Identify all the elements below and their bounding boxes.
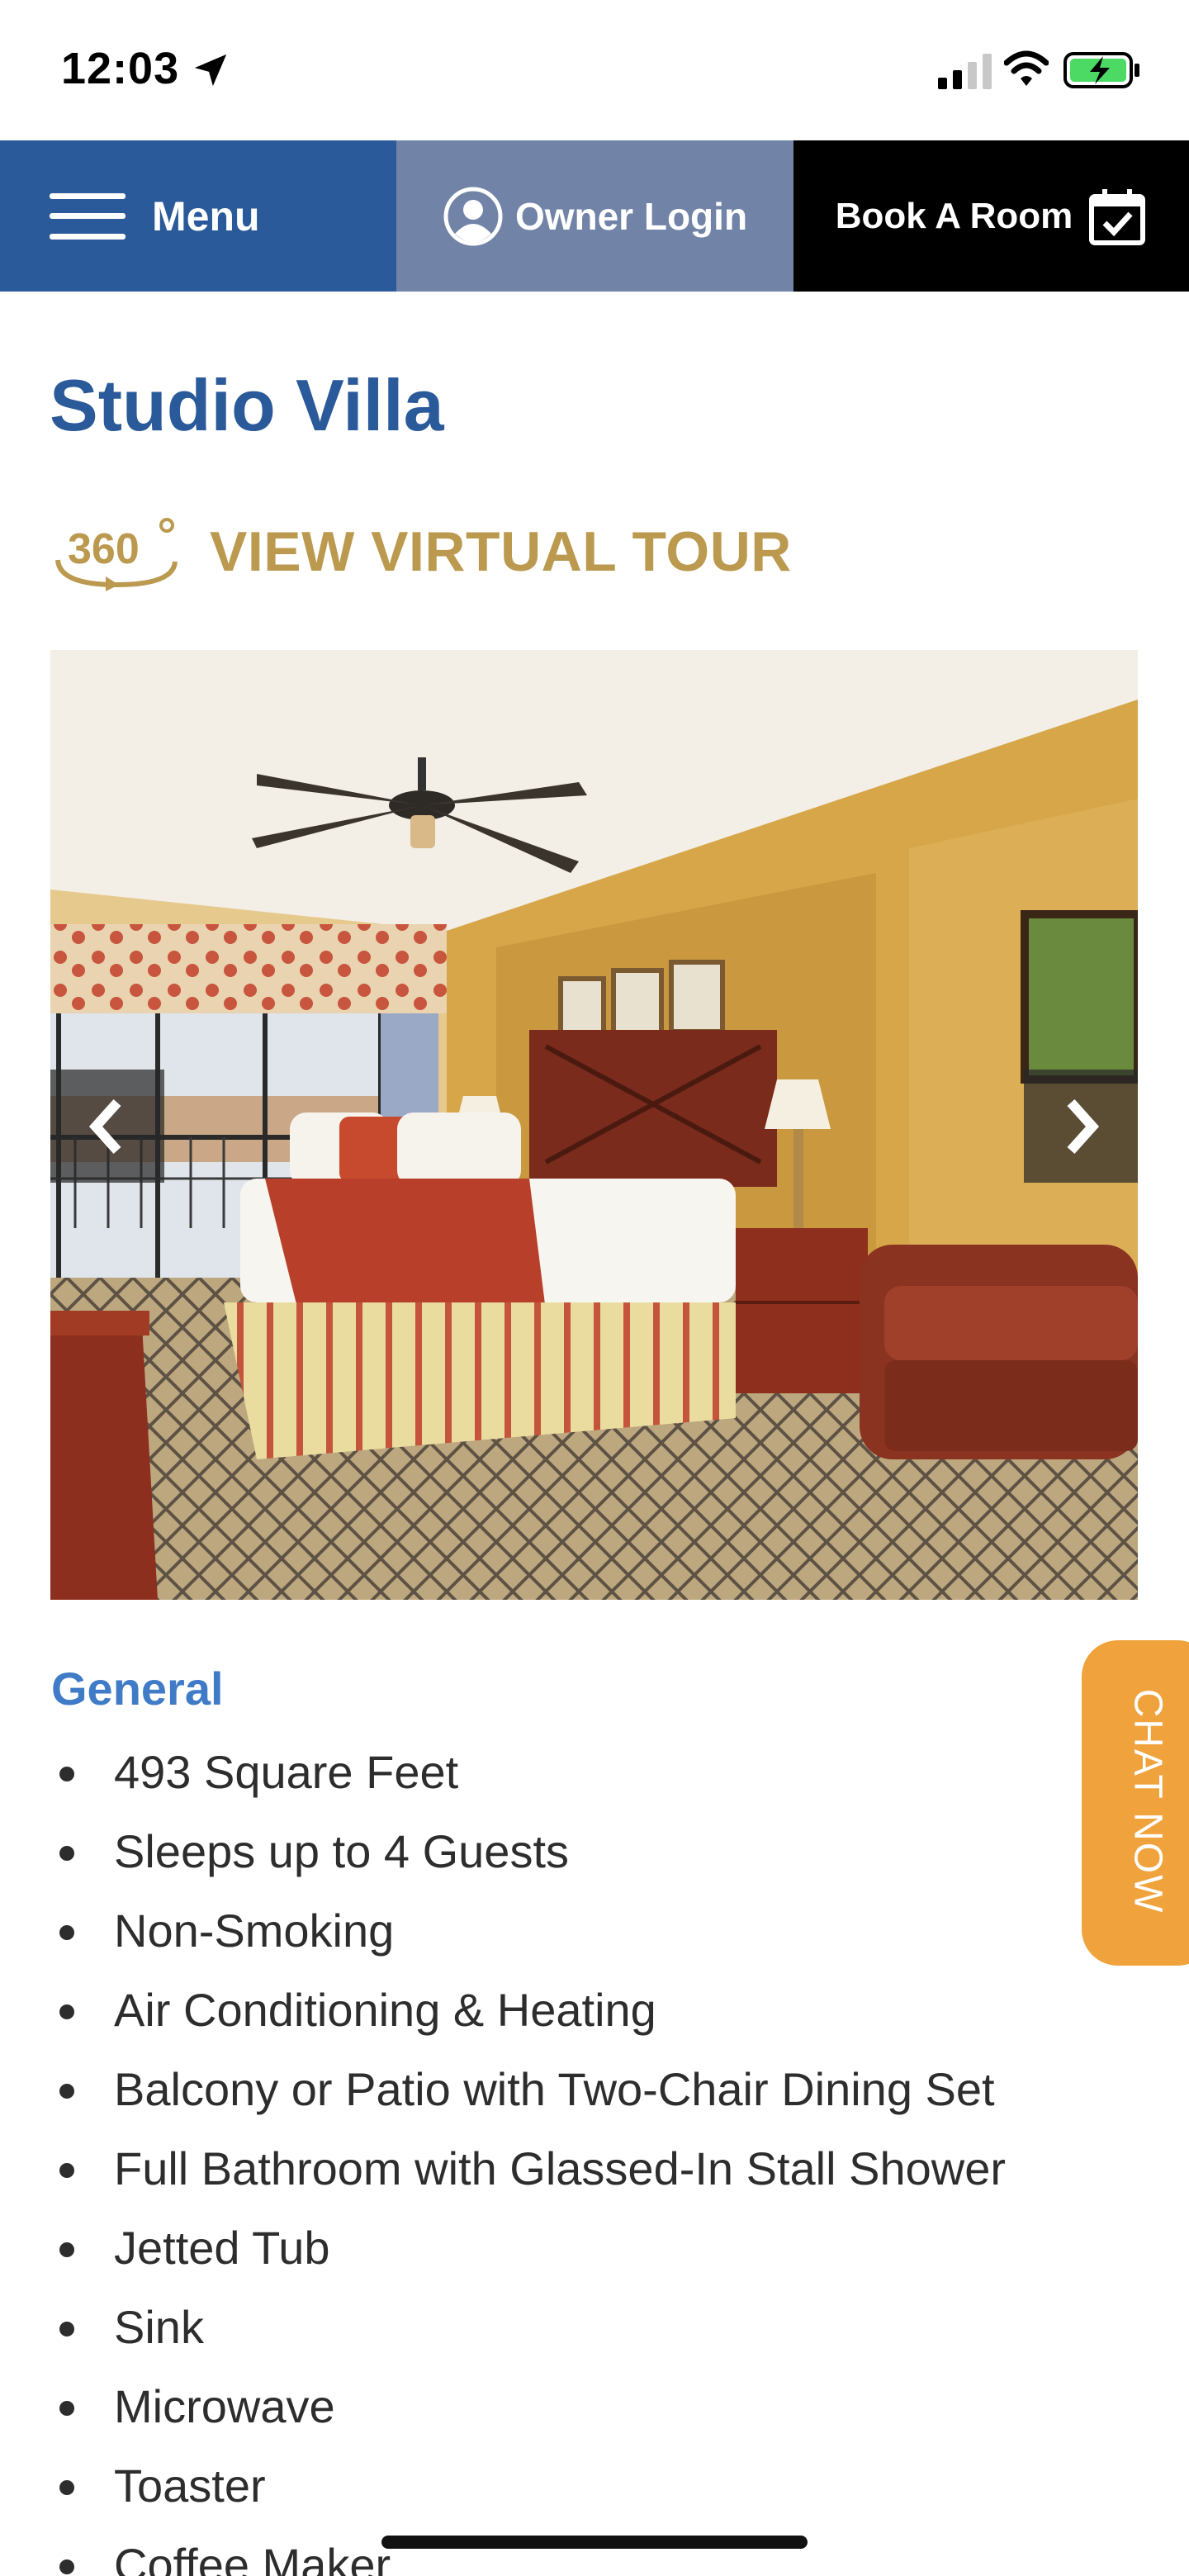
list-item: Toaster bbox=[51, 2446, 1083, 2526]
calendar-check-icon bbox=[1089, 188, 1146, 245]
chat-now-button[interactable]: CHAT NOW bbox=[1082, 1640, 1189, 1966]
room-photo-carousel[interactable] bbox=[50, 650, 1138, 1600]
list-item: Jetted Tub bbox=[51, 2208, 1083, 2288]
user-icon bbox=[443, 187, 503, 245]
hamburger-icon bbox=[50, 192, 126, 240]
chevron-left-icon bbox=[88, 1098, 121, 1154]
menu-button[interactable]: Menu bbox=[0, 140, 396, 292]
list-item: Non-Smoking bbox=[51, 1891, 1083, 1971]
carousel-next-button[interactable] bbox=[1024, 1070, 1138, 1183]
status-bar: 12:03 bbox=[0, 0, 1189, 140]
svg-text:360: 360 bbox=[68, 525, 140, 573]
battery-charging-icon bbox=[1063, 52, 1139, 88]
feature-list: 493 Square Feet Sleeps up to 4 Guests No… bbox=[51, 1733, 1083, 2576]
virtual-tour-label: VIEW VIRTUAL TOUR bbox=[210, 520, 792, 583]
menu-label: Menu bbox=[152, 192, 260, 240]
status-time: 12:03 bbox=[61, 44, 180, 93]
owner-login-button[interactable]: Owner Login bbox=[396, 140, 793, 292]
page-title: Studio Villa bbox=[50, 364, 444, 446]
home-indicator[interactable] bbox=[381, 2536, 808, 2549]
book-room-button[interactable]: Book A Room bbox=[793, 140, 1189, 292]
chevron-right-icon bbox=[1067, 1098, 1100, 1154]
list-item: Coffee Maker bbox=[51, 2526, 1083, 2576]
top-nav: Menu Owner Login Book A Room bbox=[0, 140, 1189, 292]
list-item: Air Conditioning & Heating bbox=[51, 1971, 1083, 2050]
list-item: Balcony or Patio with Two-Chair Dining S… bbox=[51, 2050, 1083, 2129]
cellular-signal-icon bbox=[938, 54, 992, 89]
list-item: Sleeps up to 4 Guests bbox=[51, 1812, 1083, 1891]
list-item: Sink bbox=[51, 2288, 1083, 2367]
wifi-icon bbox=[1004, 50, 1049, 86]
list-item: Microwave bbox=[51, 2367, 1083, 2446]
list-item: 493 Square Feet bbox=[51, 1733, 1083, 1812]
carousel-prev-button[interactable] bbox=[50, 1070, 164, 1183]
general-heading: General bbox=[51, 1663, 224, 1715]
list-item: Full Bathroom with Glassed-In Stall Show… bbox=[51, 2129, 1083, 2208]
chat-now-label: CHAT NOW bbox=[1125, 1688, 1170, 1914]
virtual-tour-link[interactable]: 360 VIEW VIRTUAL TOUR bbox=[51, 512, 792, 591]
360-icon: 360 bbox=[55, 518, 178, 591]
book-room-label: Book A Room bbox=[835, 195, 1073, 236]
owner-login-label: Owner Login bbox=[514, 194, 748, 238]
location-arrow-icon bbox=[194, 54, 227, 87]
hotel-room-photo bbox=[50, 650, 1138, 1600]
